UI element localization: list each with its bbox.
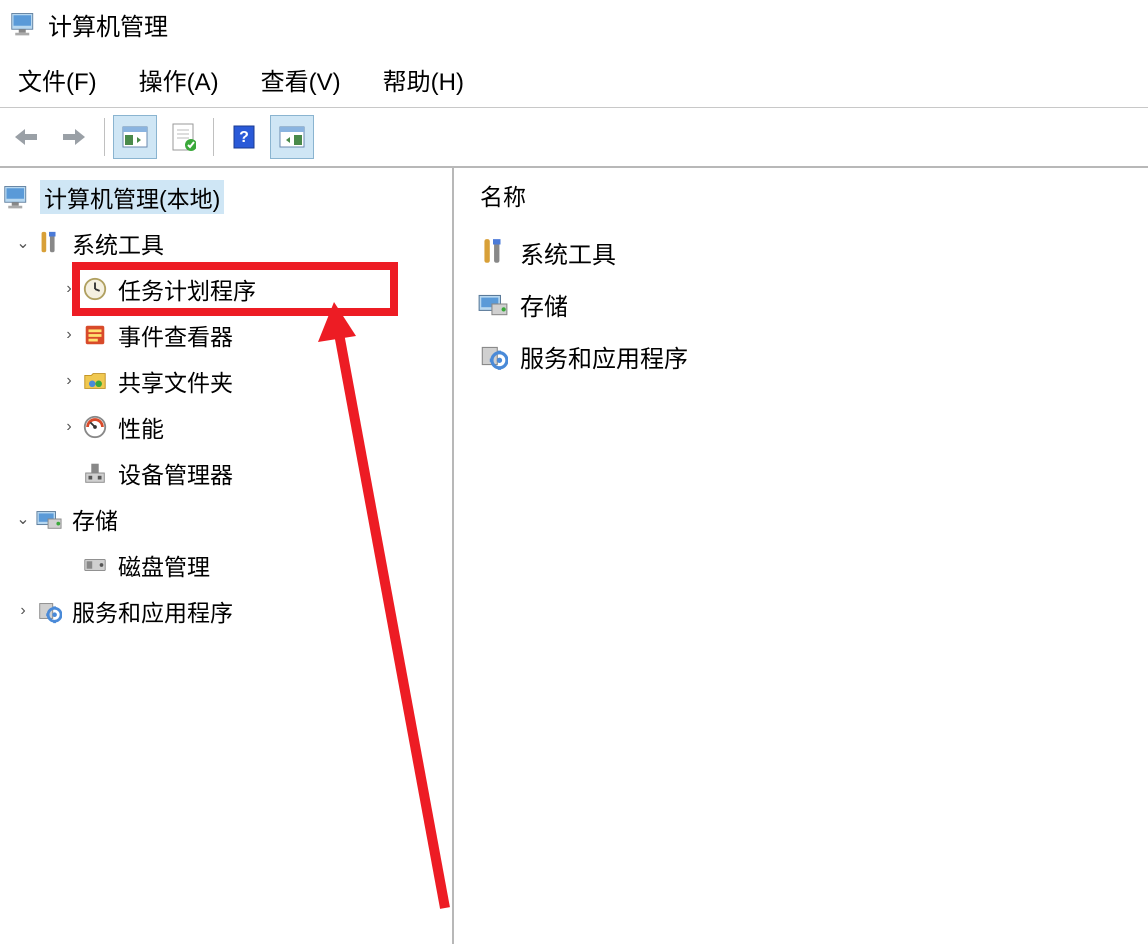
chevron-right-icon[interactable]: › [58, 372, 80, 390]
event-viewer-icon [80, 320, 110, 350]
content-pane: 名称 系统工具 存储 [454, 168, 1148, 944]
disk-icon [80, 550, 110, 580]
main-area: 计算机管理(本地) ⌄ 系统工具 › 任务计划程 [0, 166, 1148, 944]
nav-forward-button[interactable] [52, 115, 96, 159]
tree-item-performance[interactable]: › 性能 [0, 404, 452, 450]
list-item-system-tools[interactable]: 系统工具 [476, 226, 1126, 278]
tools-icon [476, 235, 510, 269]
shared-folder-icon [80, 366, 110, 396]
show-hide-tree-button[interactable] [113, 115, 157, 159]
tree-item-label: 服务和应用程序 [72, 594, 233, 628]
title-bar: 计算机管理 [0, 0, 1148, 48]
menu-bar: 文件(F) 操作(A) 查看(V) 帮助(H) [0, 48, 1148, 108]
clock-icon [80, 274, 110, 304]
list-item-label: 系统工具 [520, 235, 616, 270]
svg-text:?: ? [239, 129, 249, 146]
menu-view[interactable]: 查看(V) [261, 62, 341, 97]
performance-icon [80, 412, 110, 442]
menu-help[interactable]: 帮助(H) [383, 62, 464, 97]
toolbar-separator [104, 118, 105, 156]
tree-item-label: 设备管理器 [118, 456, 233, 490]
tree-item-label: 性能 [118, 410, 164, 444]
tree-item-device-manager[interactable]: 设备管理器 [0, 450, 452, 496]
tree-root-label: 计算机管理(本地) [40, 180, 224, 214]
computer-management-icon [10, 10, 38, 38]
tree-item-task-scheduler[interactable]: › 任务计划程序 [0, 266, 452, 312]
tree-item-label: 存储 [72, 502, 118, 536]
list-item-storage[interactable]: 存储 [476, 278, 1126, 330]
show-action-pane-button[interactable] [270, 115, 314, 159]
tree-item-label: 事件查看器 [118, 318, 233, 352]
toolbar: ? [0, 108, 1148, 166]
window-title: 计算机管理 [48, 7, 168, 42]
column-header-name[interactable]: 名称 [476, 178, 1126, 212]
list-item-services-apps[interactable]: 服务和应用程序 [476, 330, 1126, 382]
services-icon [476, 339, 510, 373]
help-button[interactable]: ? [222, 115, 266, 159]
tree-item-shared-folders[interactable]: › 共享文件夹 [0, 358, 452, 404]
tree-item-services-apps[interactable]: › 服务和应用程序 [0, 588, 452, 634]
tools-icon [34, 228, 64, 258]
tree-item-label: 磁盘管理 [118, 548, 210, 582]
list-item-label: 服务和应用程序 [520, 339, 688, 374]
toolbar-separator [213, 118, 214, 156]
computer-icon [2, 182, 32, 212]
tree-item-event-viewer[interactable]: › 事件查看器 [0, 312, 452, 358]
device-manager-icon [80, 458, 110, 488]
chevron-right-icon[interactable]: › [58, 326, 80, 344]
storage-icon [476, 287, 510, 321]
chevron-right-icon[interactable]: › [58, 280, 80, 298]
tree-root-computer-management[interactable]: 计算机管理(本地) [0, 174, 452, 220]
tree-item-label: 系统工具 [72, 226, 164, 260]
list-item-label: 存储 [520, 287, 568, 322]
menu-file[interactable]: 文件(F) [18, 62, 97, 97]
tree-pane: 计算机管理(本地) ⌄ 系统工具 › 任务计划程 [0, 168, 454, 944]
menu-action[interactable]: 操作(A) [139, 62, 219, 97]
chevron-right-icon[interactable]: › [12, 602, 34, 620]
tree-item-system-tools[interactable]: ⌄ 系统工具 [0, 220, 452, 266]
tree-item-label: 任务计划程序 [118, 272, 256, 306]
properties-button[interactable] [161, 115, 205, 159]
chevron-down-icon[interactable]: ⌄ [12, 233, 34, 253]
tree-item-storage[interactable]: ⌄ 存储 [0, 496, 452, 542]
chevron-right-icon[interactable]: › [58, 418, 80, 436]
storage-icon [34, 504, 64, 534]
tree-item-label: 共享文件夹 [118, 364, 233, 398]
services-icon [34, 596, 64, 626]
nav-back-button[interactable] [4, 115, 48, 159]
tree-item-disk-management[interactable]: 磁盘管理 [0, 542, 452, 588]
chevron-down-icon[interactable]: ⌄ [12, 509, 34, 529]
